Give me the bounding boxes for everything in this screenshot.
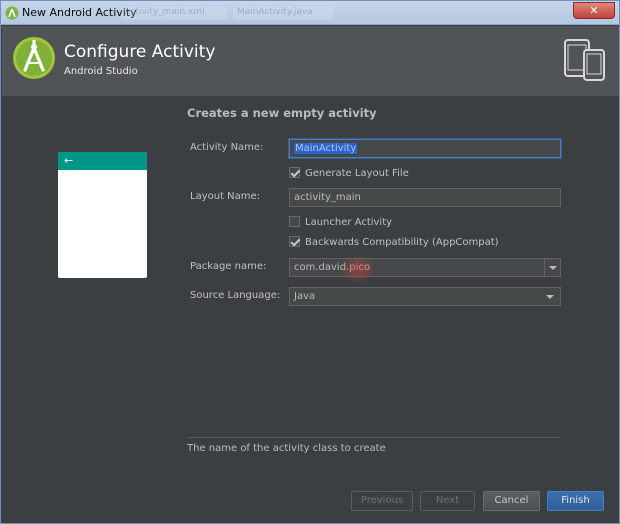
- launcher-activity-label: Launcher Activity: [305, 217, 393, 228]
- chevron-down-icon: [546, 295, 554, 299]
- click-highlight: [341, 256, 375, 282]
- section-title: Creates a new empty activity: [187, 106, 377, 120]
- generate-layout-label: Generate Layout File: [305, 168, 409, 179]
- package-name-dropdown-icon[interactable]: [544, 259, 560, 276]
- title-bar: New Android Activity activity_main.xml M…: [1, 1, 619, 25]
- generate-layout-checkbox[interactable]: Generate Layout File: [289, 167, 409, 179]
- previous-button[interactable]: Previous: [351, 491, 413, 511]
- source-language-value: Java: [294, 291, 316, 302]
- page-title: Configure Activity: [64, 42, 216, 62]
- layout-name-input[interactable]: activity_main: [289, 188, 561, 207]
- devices-icon: [564, 39, 605, 81]
- launcher-activity-checkbox[interactable]: Launcher Activity: [289, 216, 392, 228]
- launcher-activity-box-icon[interactable]: [289, 216, 300, 227]
- cancel-button[interactable]: Cancel: [483, 491, 540, 511]
- backwards-compat-checkbox[interactable]: Backwards Compatibility (AppCompat): [289, 236, 499, 248]
- divider: [187, 437, 561, 438]
- source-language-label: Source Language:: [190, 290, 281, 301]
- header: Configure Activity Android Studio: [2, 26, 619, 96]
- activity-name-input[interactable]: MainActivity: [289, 139, 561, 158]
- field-hint: The name of the activity class to create: [187, 443, 386, 454]
- background-tab-activity-main: activity_main.xml: [121, 7, 227, 20]
- close-button[interactable]: ✕: [573, 2, 615, 19]
- activity-name-label: Activity Name:: [190, 142, 264, 153]
- new-android-activity-window: New Android Activity activity_main.xml M…: [0, 0, 620, 524]
- page-subtitle: Android Studio: [64, 66, 138, 77]
- background-tab-main-activity: MainActivity.java: [233, 7, 333, 20]
- window-title: New Android Activity: [22, 6, 137, 19]
- layout-name-value: activity_main: [294, 192, 361, 203]
- package-name-label: Package name:: [190, 261, 267, 272]
- backwards-compat-checkmark-icon[interactable]: [289, 236, 300, 247]
- next-button[interactable]: Next: [420, 491, 475, 511]
- android-studio-app-icon: [5, 6, 19, 20]
- generate-layout-checkmark-icon[interactable]: [289, 167, 300, 178]
- android-studio-logo-icon: [13, 37, 55, 79]
- activity-preview: ←: [58, 152, 147, 278]
- finish-button[interactable]: Finish: [547, 491, 604, 511]
- activity-name-value: MainActivity: [294, 143, 358, 154]
- layout-name-label: Layout Name:: [190, 191, 261, 202]
- package-name-combobox[interactable]: com.david.pico: [289, 258, 561, 277]
- back-arrow-icon: ←: [64, 154, 74, 167]
- backwards-compat-label: Backwards Compatibility (AppCompat): [305, 237, 499, 248]
- source-language-select[interactable]: Java: [289, 287, 561, 306]
- preview-app-bar: ←: [58, 152, 147, 170]
